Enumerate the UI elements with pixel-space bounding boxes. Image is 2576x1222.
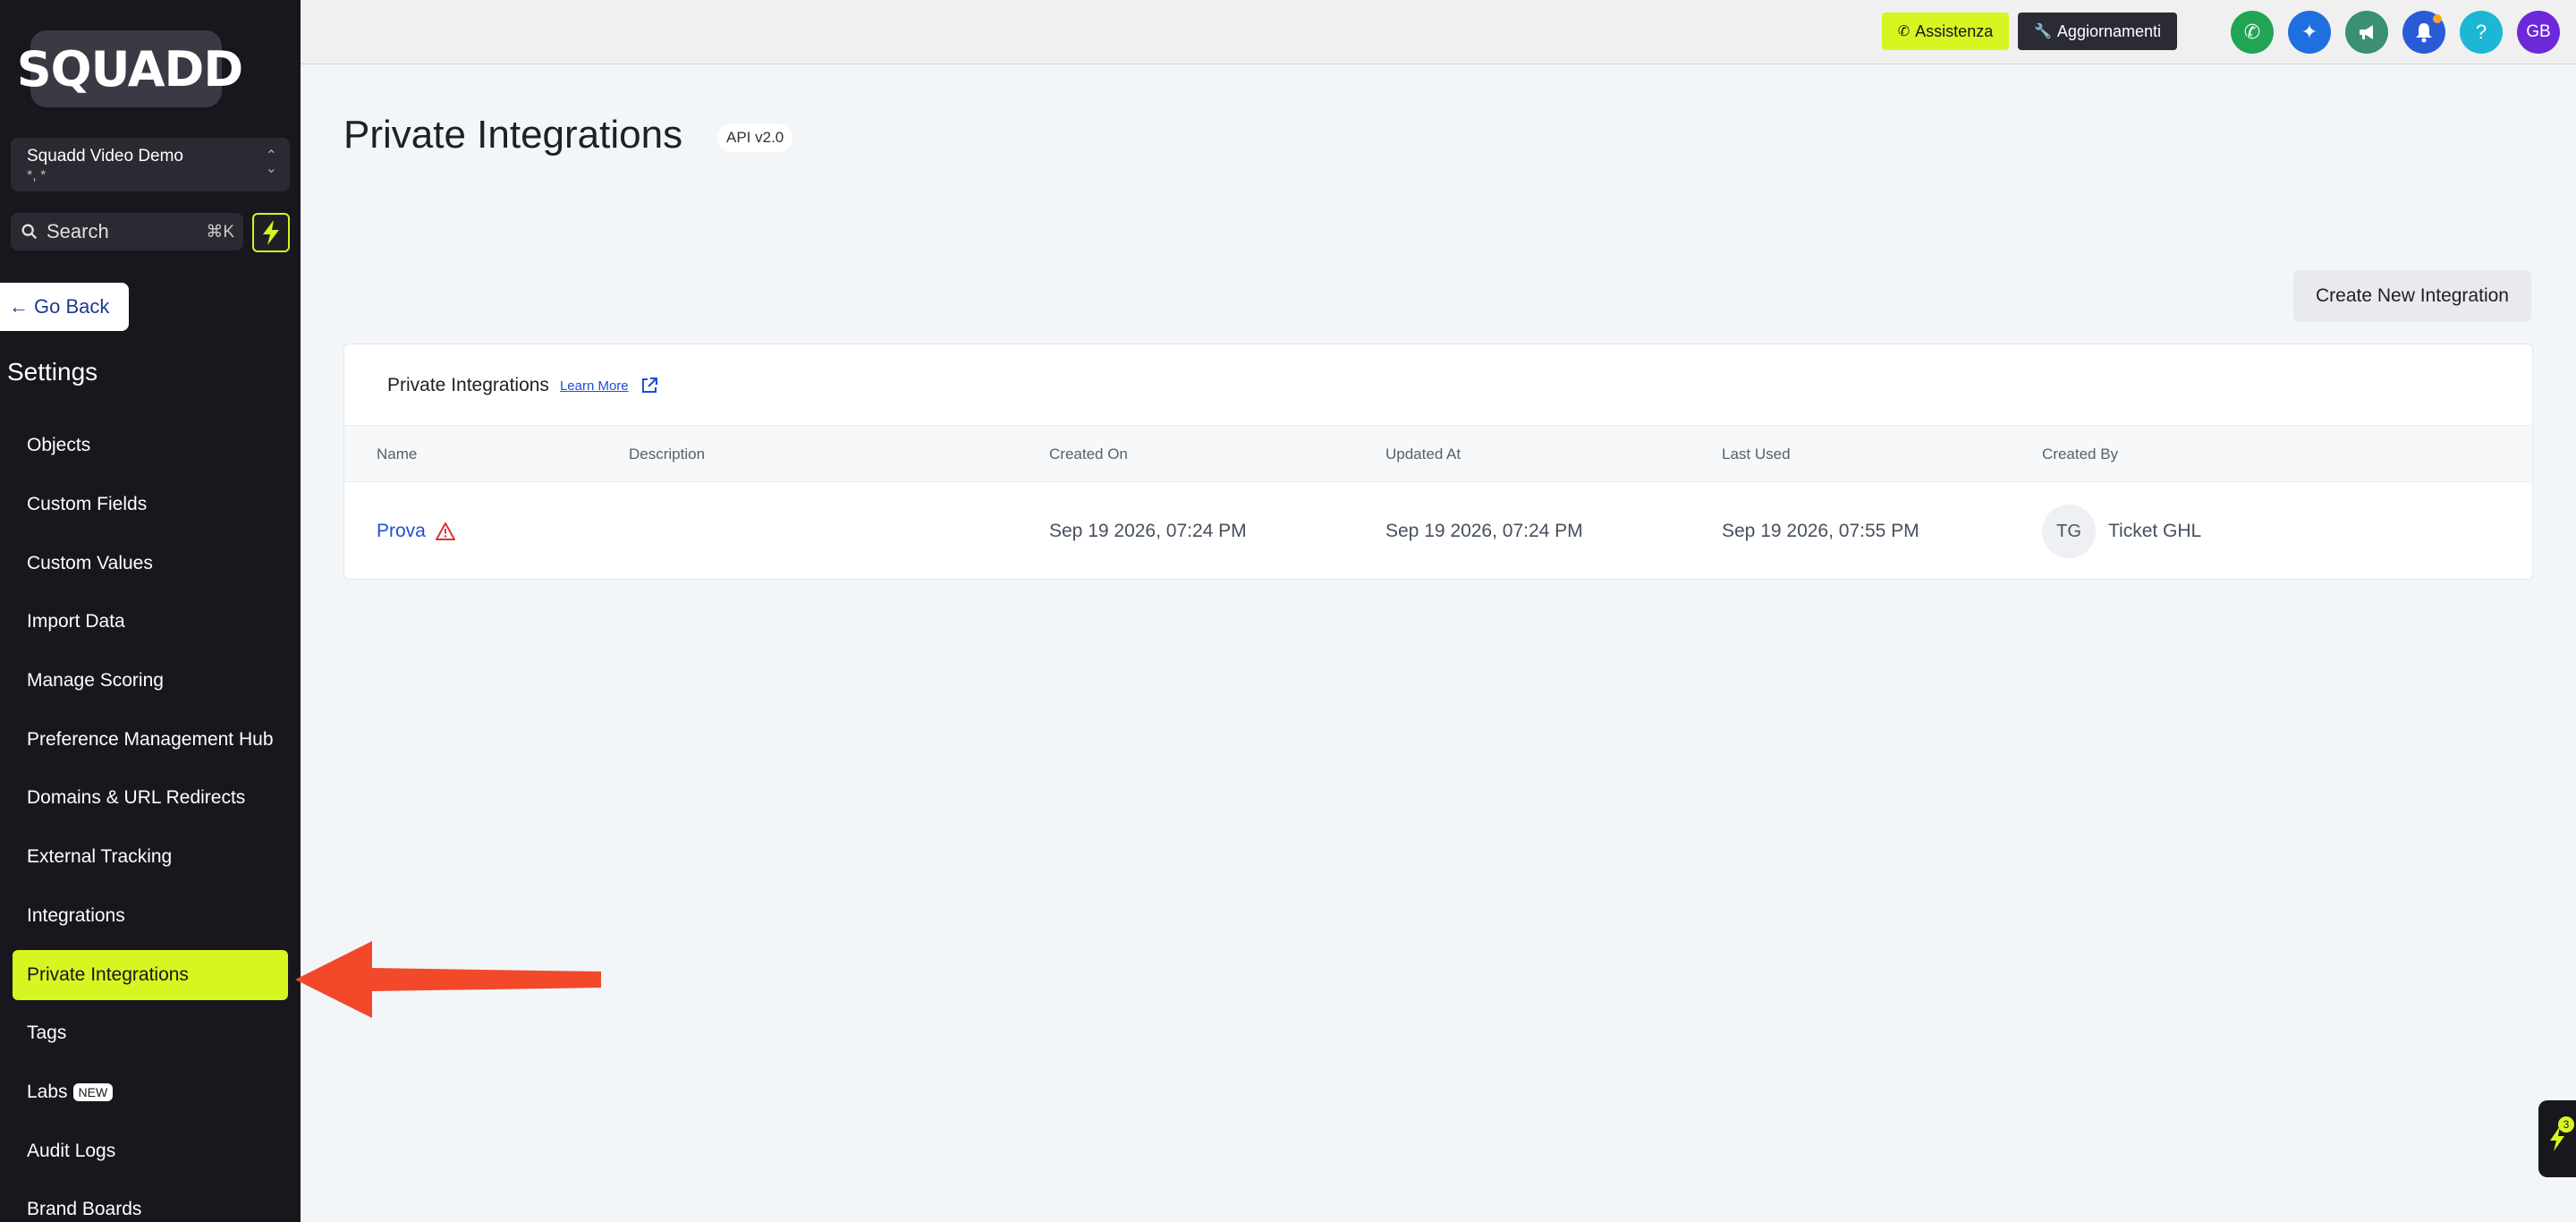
sidebar-item-tags[interactable]: Tags (13, 1008, 288, 1058)
wrench-icon: 🔧 (2034, 24, 2052, 39)
page-title: Private Integrations (343, 113, 683, 157)
column-header-updated-at[interactable]: Updated At (1385, 426, 1461, 483)
sidebar-item-objects[interactable]: Objects (13, 420, 288, 471)
user-avatar[interactable]: GB (2517, 11, 2560, 54)
table-header: Name Description Created On Updated At L… (344, 425, 2532, 482)
go-back-button[interactable]: ← Go Back (0, 283, 129, 331)
help-button[interactable]: ? (2460, 11, 2503, 54)
sidebar-item-preference-management-hub[interactable]: Preference Management Hub (13, 715, 288, 765)
megaphone-icon (2360, 25, 2373, 39)
quick-action-button[interactable] (252, 213, 290, 252)
whatsapp-icon: ✆ (1897, 24, 1911, 39)
aggiornamenti-label: Aggiornamenti (2056, 21, 2161, 40)
sidebar-item-custom-values[interactable]: Custom Values (13, 539, 288, 589)
logo-wordmark: SQUADD (16, 40, 243, 98)
creator-name: Ticket GHL (2108, 521, 2202, 541)
sidebar-item-custom-fields[interactable]: Custom Fields (13, 479, 288, 530)
api-version-badge: API v2.0 (717, 123, 793, 152)
notification-dot (2433, 14, 2442, 23)
account-name: Squadd Video Demo (27, 147, 183, 165)
created-on-value: Sep 19 2026, 07:24 PM (1049, 521, 1247, 541)
ai-assistant-button[interactable]: ✦ (2288, 11, 2331, 54)
sidebar-item-domains-url-redirects[interactable]: Domains & URL Redirects (13, 773, 288, 823)
sidebar-item-external-tracking[interactable]: External Tracking (13, 832, 288, 882)
integration-name-link[interactable]: Prova (377, 482, 456, 579)
top-bar: ✆ Assistenza 🔧 Aggiornamenti ✆ ✦ ? GB (301, 0, 2576, 64)
sidebar-item-brand-boards[interactable]: Brand Boards (13, 1184, 288, 1222)
assistenza-label: Assistenza (1915, 21, 1994, 40)
external-link-icon[interactable] (640, 376, 659, 395)
account-subtitle: *, * (27, 168, 47, 183)
search-placeholder: Search (47, 220, 109, 242)
help-icon: ? (2475, 21, 2487, 43)
column-header-last-used[interactable]: Last Used (1722, 426, 1791, 483)
updated-at-value: Sep 19 2026, 07:24 PM (1385, 521, 1583, 541)
phone-button[interactable]: ✆ (2231, 11, 2274, 54)
sidebar-item-manage-scoring[interactable]: Manage Scoring (13, 656, 288, 706)
search-input[interactable]: Search ⌘K (11, 213, 243, 250)
warning-icon (435, 522, 455, 540)
sidebar-item-private-integrations[interactable]: Private Integrations (13, 950, 288, 1000)
column-header-created-on[interactable]: Created On (1049, 426, 1128, 483)
card-title: Private Integrations (387, 375, 549, 395)
creator-avatar: TG (2042, 505, 2096, 558)
user-initials: GB (2526, 22, 2551, 41)
last-used-value: Sep 19 2026, 07:55 PM (1722, 521, 1919, 541)
assistenza-button[interactable]: ✆ Assistenza (1882, 13, 2009, 50)
learn-more-link[interactable]: Learn More (560, 378, 629, 394)
create-new-integration-button[interactable]: Create New Integration (2293, 270, 2531, 322)
sidebar-item-integrations[interactable]: Integrations (13, 891, 288, 941)
chevron-up-down-icon: ⌃ ⌄ (265, 149, 277, 176)
column-header-created-by[interactable]: Created By (2042, 426, 2118, 483)
announcements-button[interactable] (2345, 11, 2388, 54)
lightning-icon (263, 220, 279, 245)
sparkle-icon: ✦ (2301, 21, 2318, 43)
notifications-button[interactable] (2402, 11, 2445, 54)
aggiornamenti-button[interactable]: 🔧 Aggiornamenti (2018, 13, 2177, 50)
floating-widget[interactable]: 3 (2538, 1100, 2576, 1177)
search-shortcut: ⌘K (206, 222, 234, 242)
phone-icon: ✆ (2243, 21, 2261, 43)
widget-count-badge: 3 (2558, 1116, 2574, 1133)
red-arrow-annotation (295, 941, 601, 1018)
arrow-left-icon: ← (9, 295, 29, 318)
settings-heading: Settings (7, 358, 98, 386)
bell-icon (2416, 23, 2432, 43)
column-header-description[interactable]: Description (629, 426, 705, 483)
search-icon (21, 224, 38, 240)
sidebar-item-labs[interactable]: Labs NEW (13, 1067, 288, 1117)
account-switcher[interactable]: Squadd Video Demo *, * ⌃ ⌄ (11, 138, 290, 191)
go-back-label: Go Back (34, 295, 110, 318)
brand-logo[interactable]: SQUADD (17, 30, 243, 107)
integrations-card: Private Integrations Learn More Name Des… (343, 344, 2533, 580)
sidebar-item-import-data[interactable]: Import Data (13, 597, 288, 647)
sidebar-item-audit-logs[interactable]: Audit Logs (13, 1126, 288, 1176)
column-header-name[interactable]: Name (377, 426, 417, 483)
sidebar: SQUADD Squadd Video Demo *, * ⌃ ⌄ Search … (0, 0, 301, 1222)
created-by-cell: TG Ticket GHL (2042, 482, 2202, 579)
new-badge: NEW (72, 1083, 114, 1101)
card-header: Private Integrations Learn More (387, 375, 659, 396)
